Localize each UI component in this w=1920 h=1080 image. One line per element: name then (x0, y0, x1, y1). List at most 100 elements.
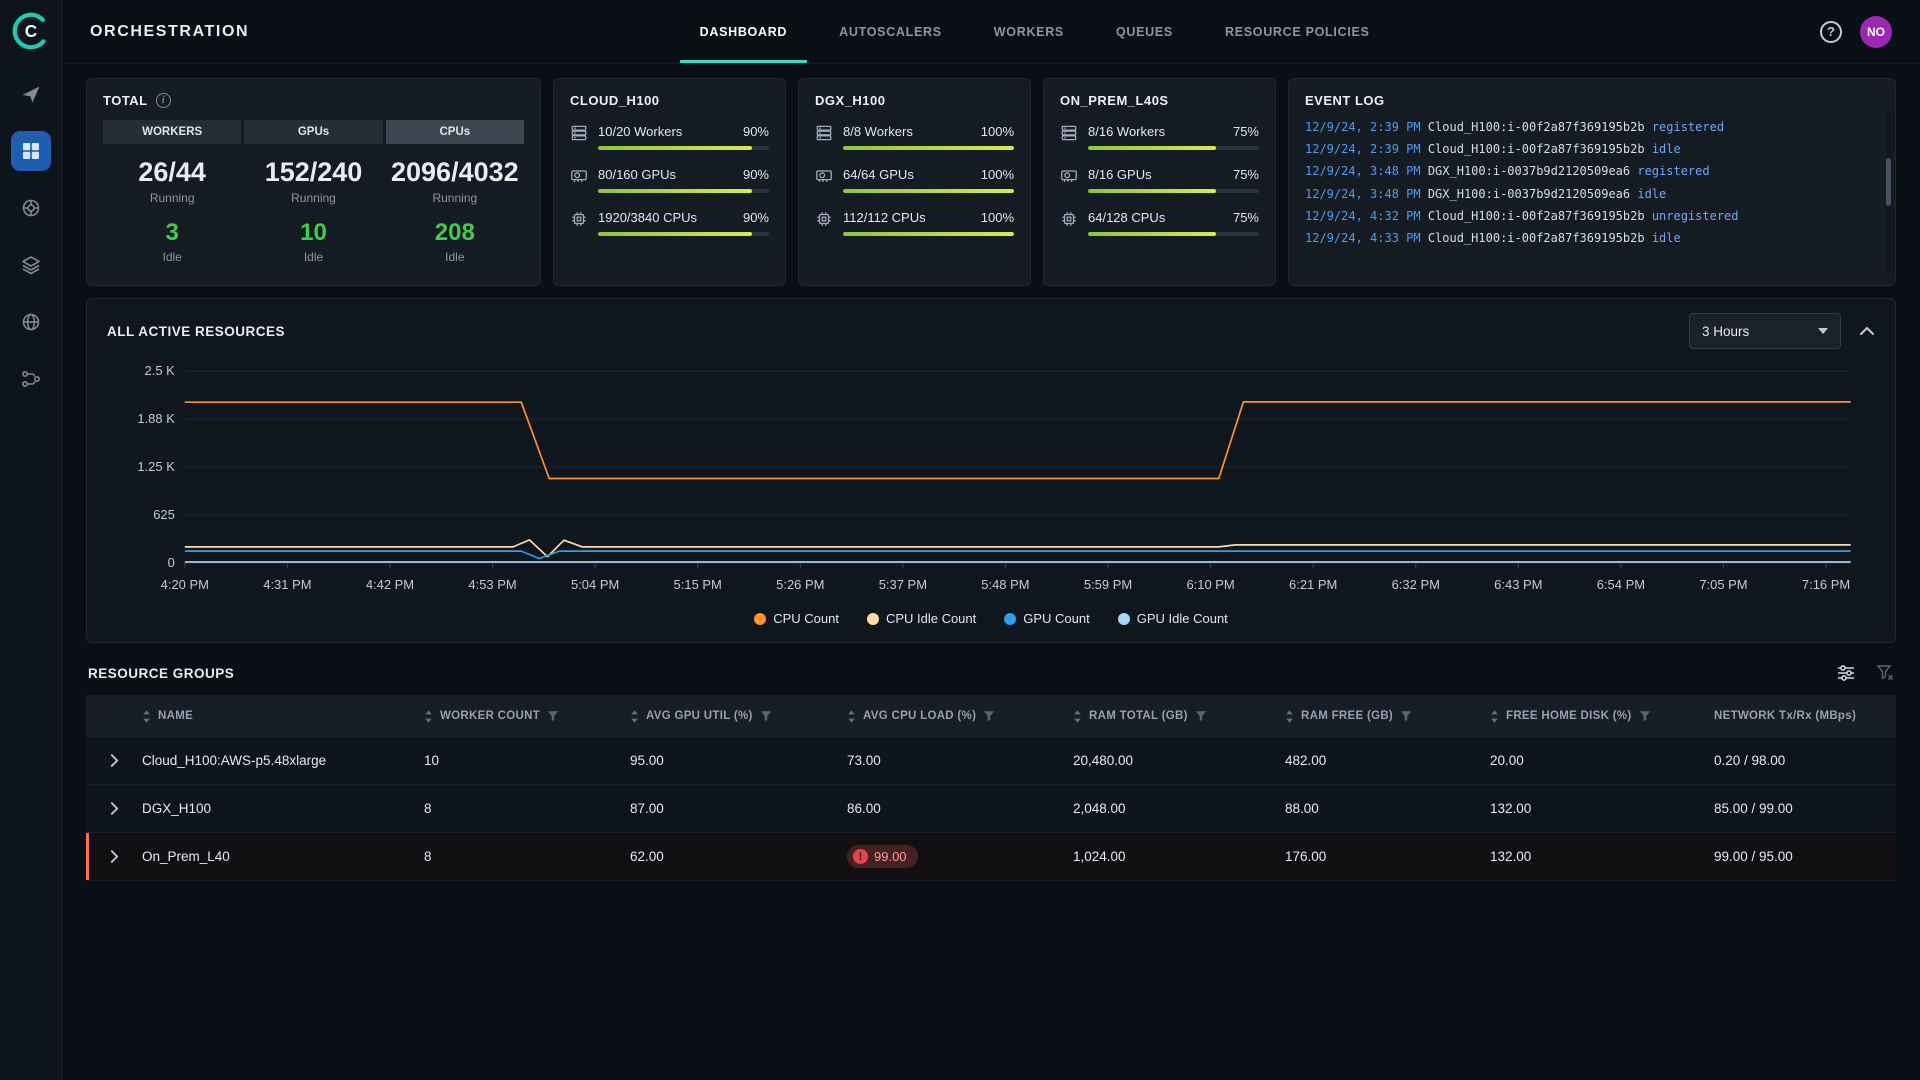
resource-metric-row: 64/128 CPUs75% (1060, 210, 1259, 236)
filter-icon[interactable] (1639, 710, 1651, 722)
alert-icon: ! (853, 849, 868, 864)
filter-icon (983, 710, 995, 722)
app-logo[interactable]: C (10, 10, 52, 52)
filter-icon[interactable] (1195, 710, 1207, 722)
sort-icon (630, 710, 639, 723)
svg-text:4:31 PM: 4:31 PM (263, 577, 311, 592)
progress-bar (598, 146, 769, 150)
event-log-card: EVENT LOG 12/9/24, 2:39 PM Cloud_H100:i-… (1288, 78, 1896, 286)
metric-label: 10/20 Workers (598, 124, 682, 139)
sort-icon[interactable] (142, 710, 151, 723)
cpu-icon (815, 210, 833, 228)
pipelines-icon (20, 368, 42, 390)
sort-icon[interactable] (1490, 710, 1499, 723)
workers-icon (570, 124, 588, 142)
column-header-avg-gpu-util-[interactable]: AVG GPU UTIL (%) (630, 710, 847, 723)
tab-workers[interactable]: WORKERS (974, 0, 1084, 63)
legend-item[interactable]: GPU Idle Count (1118, 611, 1228, 626)
tab-resource-policies[interactable]: RESOURCE POLICIES (1205, 0, 1390, 63)
svg-text:5:59 PM: 5:59 PM (1084, 577, 1132, 592)
filter-icon[interactable] (983, 710, 995, 722)
svg-text:4:42 PM: 4:42 PM (366, 577, 414, 592)
table-row: On_Prem_L40862.00!99.001,024.00176.00132… (86, 833, 1896, 881)
sort-icon[interactable] (1073, 710, 1082, 723)
avatar[interactable]: NO (1860, 16, 1892, 48)
dashboard-content: TOTAL i WORKERS 26/44 Running 3 Idle GPU… (62, 64, 1920, 1080)
column-header-network-tx-rx-mbps-[interactable]: NETWORK Tx/Rx (MBps) (1714, 710, 1896, 722)
main-area: ORCHESTRATION DASHBOARD AUTOSCALERS WORK… (62, 0, 1920, 1080)
cpu-icon (1060, 210, 1078, 228)
sort-icon[interactable] (630, 710, 639, 723)
column-header-ram-total-gb-[interactable]: RAM TOTAL (GB) (1073, 710, 1285, 723)
tab-autoscalers[interactable]: AUTOSCALERS (819, 0, 962, 63)
sidebar-item-autoscalers[interactable] (11, 188, 51, 228)
metric-percent: 75% (1233, 167, 1259, 182)
top-nav: DASHBOARD AUTOSCALERS WORKERS QUEUES RES… (249, 0, 1820, 63)
chart-area: 06251.25 K1.88 K2.5 K4:20 PM4:31 PM4:42 … (107, 357, 1875, 609)
svg-text:625: 625 (153, 507, 175, 522)
column-header-ram-free-gb-[interactable]: RAM FREE (GB) (1285, 710, 1490, 723)
active-resources-panel: ALL ACTIVE RESOURCES 3 Hours (86, 298, 1896, 643)
tab-queues[interactable]: QUEUES (1096, 0, 1193, 63)
metric-label: 112/112 CPUs (843, 210, 926, 225)
table-header-row: NAMEWORKER COUNTAVG GPU UTIL (%)AVG CPU … (86, 695, 1896, 737)
group-name: Cloud_H100:AWS-p5.48xlarge (142, 753, 424, 768)
column-header-free-home-disk-[interactable]: FREE HOME DISK (%) (1490, 710, 1714, 723)
resource-metric-row: 80/160 GPUs90% (570, 167, 769, 193)
filter-icon[interactable] (547, 710, 559, 722)
filter-icon[interactable] (760, 710, 772, 722)
sort-icon[interactable] (424, 710, 433, 723)
sidebar-item-launch[interactable] (11, 74, 51, 114)
sort-icon[interactable] (847, 710, 856, 723)
sidebar-item-resources[interactable] (11, 302, 51, 342)
running-label: Running (244, 191, 382, 205)
running-label: Running (386, 191, 524, 205)
clear-filters-button[interactable] (1876, 664, 1894, 682)
chevron-right-icon (110, 801, 119, 816)
column-header-name[interactable]: NAME (142, 710, 424, 723)
column-header: CPUs (386, 120, 524, 144)
total-col-gpus: GPUs 152/240 Running 10 Idle (244, 120, 382, 264)
scrollbar-thumb[interactable] (1886, 158, 1891, 206)
column-header-worker-count[interactable]: WORKER COUNT (424, 710, 630, 723)
scrollbar[interactable] (1886, 113, 1891, 273)
tab-dashboard[interactable]: DASHBOARD (680, 0, 808, 63)
svg-text:5:15 PM: 5:15 PM (674, 577, 722, 592)
collapse-panel-button[interactable] (1859, 326, 1875, 336)
resource-metric-row: 8/16 Workers75% (1060, 124, 1259, 150)
expand-row-button[interactable] (110, 801, 119, 816)
sidebar-item-dashboard[interactable] (11, 131, 51, 171)
sidebar-item-queues[interactable] (11, 245, 51, 285)
event-log-list[interactable]: 12/9/24, 2:39 PM Cloud_H100:i-00f2a87f36… (1305, 116, 1879, 262)
legend-dot-icon (1118, 613, 1130, 625)
table-body: Cloud_H100:AWS-p5.48xlarge1095.0073.0020… (86, 737, 1896, 881)
legend-item[interactable]: CPU Count (754, 611, 839, 626)
idle-label: Idle (386, 250, 524, 264)
svg-text:5:04 PM: 5:04 PM (571, 577, 619, 592)
filter-icon[interactable] (1400, 710, 1412, 722)
launch-icon (20, 83, 42, 105)
svg-text:C: C (24, 21, 36, 41)
sort-icon[interactable] (1285, 710, 1294, 723)
metric-percent: 75% (1233, 210, 1259, 225)
svg-text:5:48 PM: 5:48 PM (981, 577, 1029, 592)
resource-groups-table: NAMEWORKER COUNTAVG GPU UTIL (%)AVG CPU … (86, 695, 1896, 881)
column-header-avg-cpu-load-[interactable]: AVG CPU LOAD (%) (847, 710, 1073, 723)
metric-percent: 100% (981, 124, 1014, 139)
expand-row-button[interactable] (110, 753, 119, 768)
app-header: ORCHESTRATION DASHBOARD AUTOSCALERS WORK… (62, 0, 1920, 64)
info-icon[interactable]: i (156, 93, 171, 108)
time-range-select[interactable]: 3 Hours (1689, 313, 1841, 349)
filter-icon (760, 710, 772, 722)
section-title: RESOURCE GROUPS (88, 666, 234, 681)
cpus-running-value: 2096/4032 (386, 157, 524, 188)
expand-row-button[interactable] (110, 849, 119, 864)
help-icon[interactable]: ? (1820, 21, 1842, 43)
resource-card-title: ON_PREM_L40S (1060, 93, 1259, 108)
progress-bar (843, 146, 1014, 150)
legend-item[interactable]: CPU Idle Count (867, 611, 976, 626)
column-settings-button[interactable] (1836, 663, 1856, 683)
legend-item[interactable]: GPU Count (1004, 611, 1089, 626)
progress-bar (1088, 146, 1259, 150)
sidebar-item-pipelines[interactable] (11, 359, 51, 399)
